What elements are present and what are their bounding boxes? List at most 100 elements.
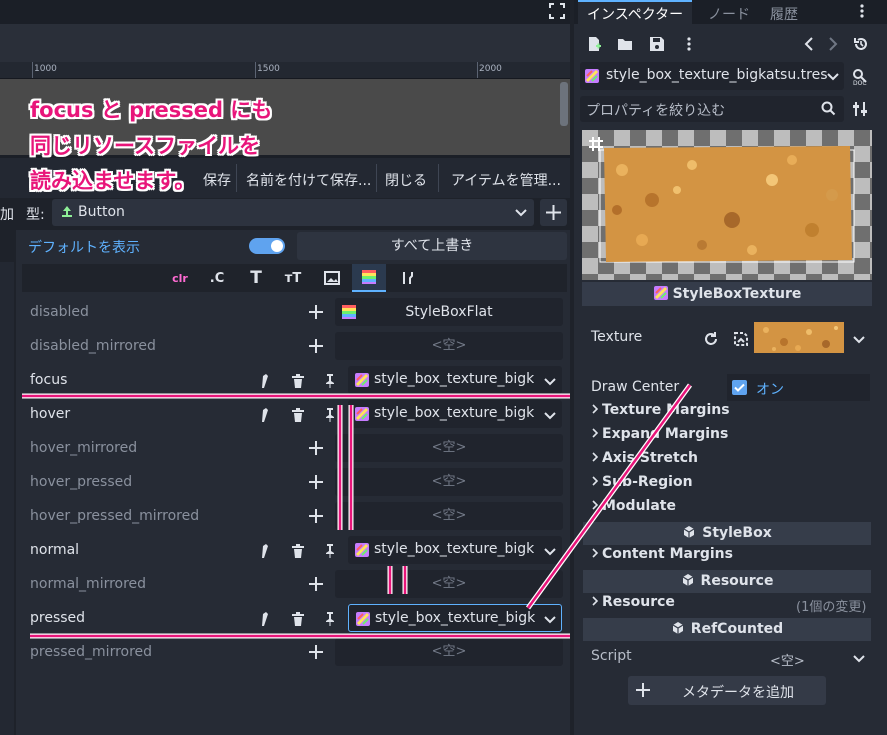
plus-icon[interactable] — [308, 440, 324, 456]
plus-icon[interactable] — [308, 644, 324, 660]
pick-icon[interactable] — [258, 543, 274, 559]
pick-icon[interactable] — [258, 407, 274, 423]
stylebox-flat-icon — [342, 305, 356, 319]
pick-icon[interactable] — [258, 611, 274, 627]
chevron-down-icon[interactable] — [543, 612, 557, 626]
chevron-right-icon — [592, 596, 599, 606]
tab-color[interactable]: clr — [163, 264, 197, 292]
empty-value-picker[interactable]: <空> — [335, 570, 563, 598]
fullscreen-icon[interactable] — [549, 3, 565, 19]
stylebox-value-picker[interactable]: style_box_texture_bigka — [348, 400, 562, 428]
group-label: Axis Stretch — [602, 450, 699, 466]
open-folder-icon[interactable] — [617, 36, 633, 52]
ruler-tick: 1000 — [34, 64, 57, 74]
trash-icon[interactable] — [290, 373, 306, 389]
left-edge-strip — [0, 262, 14, 735]
empty-value-picker[interactable]: <空> — [335, 638, 563, 666]
close-button[interactable]: 閉じる — [385, 170, 427, 190]
tab-font-size[interactable]: тT — [276, 264, 310, 292]
object-docs-icon[interactable]: DOC — [851, 68, 869, 86]
property-filter-input[interactable]: プロパティを絞り込む — [580, 96, 844, 122]
chevron-down-icon — [514, 205, 528, 219]
history-icon[interactable] — [853, 36, 869, 52]
group-sub-region[interactable]: Sub-Region — [591, 474, 693, 490]
plus-icon[interactable] — [308, 508, 324, 524]
new-resource-icon[interactable] — [586, 36, 602, 52]
chevron-down-icon[interactable] — [543, 544, 557, 558]
type-select[interactable]: Button — [52, 199, 534, 226]
chevron-right-icon — [592, 476, 599, 486]
stylebox-value-picker[interactable]: style_box_texture_bigka — [348, 536, 562, 564]
tab-history[interactable]: 履歴 — [770, 4, 798, 24]
pin-icon[interactable] — [322, 543, 338, 559]
resource-type-header: StyleBoxTexture — [582, 282, 872, 306]
tab-inspector[interactable]: インスペクター — [587, 4, 683, 24]
script-value[interactable]: <空> — [770, 650, 805, 669]
save-button[interactable]: 保存 — [203, 170, 231, 190]
trash-icon[interactable] — [290, 543, 306, 559]
plus-icon[interactable] — [308, 474, 324, 490]
tab-stylebox[interactable] — [352, 264, 386, 292]
pin-icon[interactable] — [322, 407, 338, 423]
tab-icon[interactable] — [315, 264, 349, 292]
add-type-button[interactable] — [540, 199, 567, 226]
chevron-down-icon[interactable] — [852, 332, 866, 346]
chevron-down-icon[interactable] — [852, 651, 866, 665]
empty-value-picker[interactable]: <空> — [335, 434, 563, 462]
trash-icon[interactable] — [290, 407, 306, 423]
group-resource[interactable]: Resource — [591, 594, 675, 610]
resource-path-select[interactable]: style_box_texture_bigkatsu.tres — [580, 62, 844, 90]
resource-type-label: StyleBoxTexture — [672, 286, 802, 302]
show-defaults-link[interactable]: デフォルトを表示 — [28, 237, 140, 257]
manage-items-button[interactable]: アイテムを管理... — [451, 170, 561, 190]
forward-icon[interactable] — [826, 36, 840, 52]
tab-font[interactable]: T — [239, 264, 273, 292]
stylebox-value-picker[interactable]: style_box_texture_bigka — [348, 604, 562, 632]
tab-constant[interactable]: .C — [200, 264, 234, 292]
draw-center-checkbox[interactable] — [732, 380, 747, 395]
section-refcounted[interactable]: RefCounted — [583, 618, 871, 641]
group-label: Sub-Region — [602, 474, 693, 490]
override-all-button[interactable]: すべて上書き — [297, 232, 567, 260]
chevron-down-icon[interactable] — [543, 374, 557, 388]
save-as-button[interactable]: 名前を付けて保存... — [246, 170, 371, 190]
group-modulate[interactable]: Modulate — [591, 498, 676, 514]
reset-icon[interactable] — [703, 331, 719, 347]
tab-type[interactable] — [391, 264, 425, 292]
grid-icon[interactable] — [589, 137, 603, 151]
add-metadata-button[interactable]: メタデータを追加 — [628, 676, 826, 705]
property-name: hover_pressed_mirrored — [30, 508, 200, 524]
back-icon[interactable] — [802, 36, 816, 52]
plus-icon[interactable] — [308, 338, 324, 354]
texture-label: Texture — [591, 329, 643, 345]
empty-value-picker[interactable]: <空> — [335, 468, 563, 496]
preview-scrollbar[interactable] — [560, 82, 568, 126]
pin-icon[interactable] — [322, 373, 338, 389]
section-stylebox[interactable]: StyleBox — [583, 522, 871, 545]
stylebox-icon — [362, 270, 376, 284]
texture-thumbnail[interactable] — [754, 322, 844, 353]
empty-value-picker[interactable]: <空> — [335, 502, 563, 530]
filter-settings-icon[interactable] — [852, 101, 868, 117]
save-icon[interactable] — [649, 36, 665, 52]
plus-icon[interactable] — [308, 576, 324, 592]
draw-center-field — [727, 374, 870, 401]
show-defaults-toggle[interactable] — [249, 238, 285, 254]
tab-node[interactable]: ノード — [708, 4, 750, 24]
empty-value-picker[interactable]: <空> — [335, 332, 563, 360]
plus-icon — [546, 205, 561, 220]
group-axis-stretch[interactable]: Axis Stretch — [591, 450, 698, 466]
section-resource[interactable]: Resource — [583, 570, 871, 593]
pick-icon[interactable] — [258, 373, 274, 389]
menu-icon[interactable] — [854, 3, 870, 19]
plus-icon[interactable] — [308, 304, 324, 320]
stylebox-value-picker[interactable]: StyleBoxFlat — [335, 298, 563, 326]
group-content-margins[interactable]: Content Margins — [591, 546, 733, 562]
group-expand-margins[interactable]: Expand Margins — [591, 426, 728, 442]
chevron-down-icon[interactable] — [543, 408, 557, 422]
group-texture-margins[interactable]: Texture Margins — [591, 402, 730, 418]
pin-icon[interactable] — [322, 611, 338, 627]
trash-icon[interactable] — [290, 611, 306, 627]
stylebox-value-picker[interactable]: style_box_texture_bigka — [348, 366, 562, 394]
more-options-icon[interactable] — [681, 36, 697, 52]
